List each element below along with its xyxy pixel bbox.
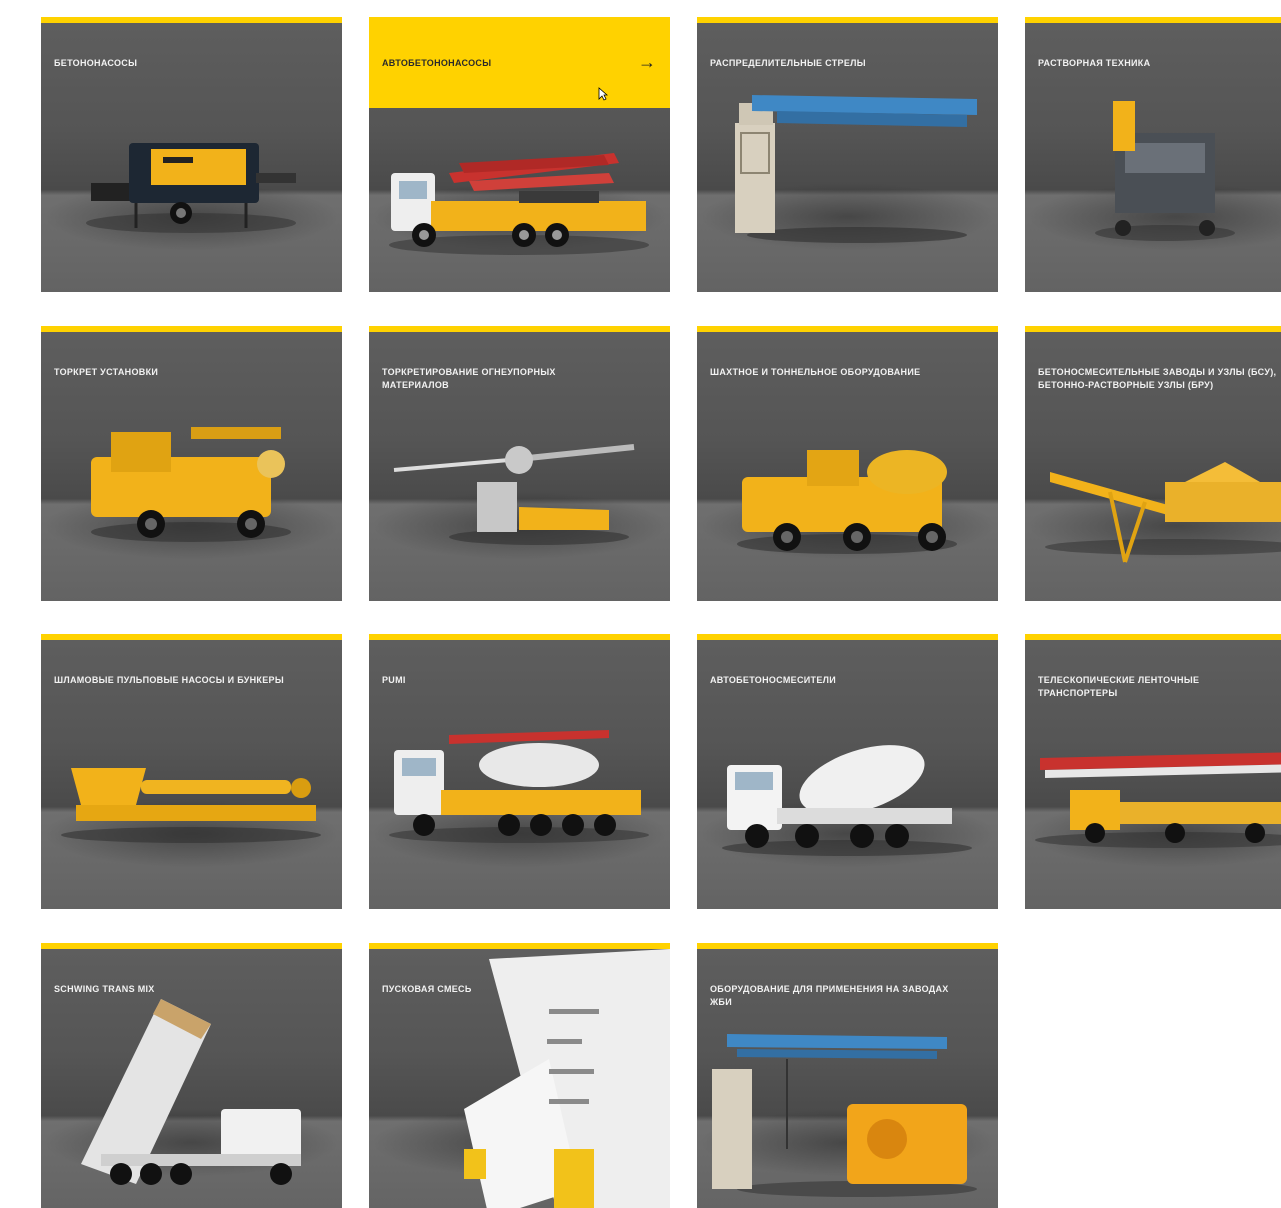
- card-title: РАСТВОРНАЯ ТЕХНИКА: [1038, 58, 1151, 68]
- card-truck-mixers[interactable]: АВТОБЕТОНОСМЕСИТЕЛИ: [697, 634, 998, 909]
- card-title: PUMI: [382, 675, 406, 685]
- card-title: АВТОБЕТОНОНАСОСЫ: [382, 58, 492, 68]
- card-title: ТОРКРЕТ УСТАНОВКИ: [54, 367, 159, 377]
- card-header: РАСПРЕДЕЛИТЕЛЬНЫЕ СТРЕЛЫ: [697, 23, 998, 109]
- card-slurry-pumps[interactable]: ШЛАМОВЫЕ ПУЛЬПОВЫЕ НАСОСЫ И БУНКЕРЫ: [41, 634, 342, 909]
- card-trans-mix[interactable]: SCHWING TRANS MIX: [41, 943, 342, 1208]
- card-header: ШЛАМОВЫЕ ПУЛЬПОВЫЕ НАСОСЫ И БУНКЕРЫ: [41, 640, 342, 726]
- card-tunnel-equipment[interactable]: ШАХТНОЕ И ТОННЕЛЬНОЕ ОБОРУДОВАНИЕ: [697, 326, 998, 601]
- card-title: ТОРКРЕТИРОВАНИЕ ОГНЕУПОРНЫХ МАТЕРИАЛОВ: [382, 367, 556, 390]
- card-title: ТЕЛЕСКОПИЧЕСКИЕ ЛЕНТОЧНЫЕ ТРАНСПОРТЕРЫ: [1038, 675, 1200, 698]
- card-mortar-equipment[interactable]: РАСТВОРНАЯ ТЕХНИКА: [1025, 17, 1281, 292]
- arrow-right-icon: →: [638, 52, 656, 72]
- card-header: БЕТОНОНАСОСЫ: [41, 23, 342, 109]
- card-header: PUMI: [369, 640, 670, 726]
- card-header: ОБОРУДОВАНИЕ ДЛЯ ПРИМЕНЕНИЯ НА ЗАВОДАХ Ж…: [697, 949, 998, 1035]
- card-batching-plants[interactable]: БЕТОНОСМЕСИТЕЛЬНЫЕ ЗАВОДЫ И УЗЛЫ (БСУ), …: [1025, 326, 1281, 601]
- card-telescopic-conveyors[interactable]: ТЕЛЕСКОПИЧЕСКИЕ ЛЕНТОЧНЫЕ ТРАНСПОРТЕРЫ: [1025, 634, 1281, 909]
- card-title: SCHWING TRANS MIX: [54, 984, 155, 994]
- card-header: ПУСКОВАЯ СМЕСЬ: [369, 949, 670, 1035]
- card-header: ШАХТНОЕ И ТОННЕЛЬНОЕ ОБОРУДОВАНИЕ: [697, 332, 998, 418]
- card-header: АВТОБЕТОНОСМЕСИТЕЛИ: [697, 640, 998, 726]
- card-title: ШАХТНОЕ И ТОННЕЛЬНОЕ ОБОРУДОВАНИЕ: [710, 367, 921, 377]
- card-title: АВТОБЕТОНОСМЕСИТЕЛИ: [710, 675, 837, 685]
- card-header: АВТОБЕТОНОНАСОСЫ →: [369, 23, 670, 108]
- card-refractory-gunning[interactable]: ТОРКРЕТИРОВАНИЕ ОГНЕУПОРНЫХ МАТЕРИАЛОВ: [369, 326, 670, 601]
- card-precast-equipment[interactable]: ОБОРУДОВАНИЕ ДЛЯ ПРИМЕНЕНИЯ НА ЗАВОДАХ Ж…: [697, 943, 998, 1208]
- card-placing-booms[interactable]: РАСПРЕДЕЛИТЕЛЬНЫЕ СТРЕЛЫ: [697, 17, 998, 292]
- card-header: ТОРКРЕТ УСТАНОВКИ: [41, 332, 342, 418]
- card-header: ТЕЛЕСКОПИЧЕСКИЕ ЛЕНТОЧНЫЕ ТРАНСПОРТЕРЫ: [1025, 640, 1281, 726]
- card-pumi[interactable]: PUMI: [369, 634, 670, 909]
- card-header: РАСТВОРНАЯ ТЕХНИКА: [1025, 23, 1281, 109]
- card-truck-mounted-pumps[interactable]: АВТОБЕТОНОНАСОСЫ →: [369, 17, 670, 292]
- card-header: SCHWING TRANS MIX: [41, 949, 342, 1035]
- card-title: РАСПРЕДЕЛИТЕЛЬНЫЕ СТРЕЛЫ: [710, 58, 866, 68]
- card-header: БЕТОНОСМЕСИТЕЛЬНЫЕ ЗАВОДЫ И УЗЛЫ (БСУ), …: [1025, 332, 1281, 418]
- product-grid: БЕТОНОНАСОСЫ АВТОБЕТОНОНАСОСЫ → РАСПРЕДЕ…: [0, 0, 1281, 1208]
- card-header: ТОРКРЕТИРОВАНИЕ ОГНЕУПОРНЫХ МАТЕРИАЛОВ: [369, 332, 670, 418]
- card-shotcrete-machines[interactable]: ТОРКРЕТ УСТАНОВКИ: [41, 326, 342, 601]
- card-title: БЕТОНОСМЕСИТЕЛЬНЫЕ ЗАВОДЫ И УЗЛЫ (БСУ), …: [1038, 367, 1277, 390]
- card-title: ШЛАМОВЫЕ ПУЛЬПОВЫЕ НАСОСЫ И БУНКЕРЫ: [54, 675, 284, 685]
- mouse-pointer-icon: [598, 87, 608, 101]
- card-title: ПУСКОВАЯ СМЕСЬ: [382, 984, 472, 994]
- card-title: ОБОРУДОВАНИЕ ДЛЯ ПРИМЕНЕНИЯ НА ЗАВОДАХ Ж…: [710, 984, 949, 1007]
- card-starter-mix[interactable]: ПУСКОВАЯ СМЕСЬ: [369, 943, 670, 1208]
- card-title: БЕТОНОНАСОСЫ: [54, 58, 138, 68]
- card-concrete-pumps[interactable]: БЕТОНОНАСОСЫ: [41, 17, 342, 292]
